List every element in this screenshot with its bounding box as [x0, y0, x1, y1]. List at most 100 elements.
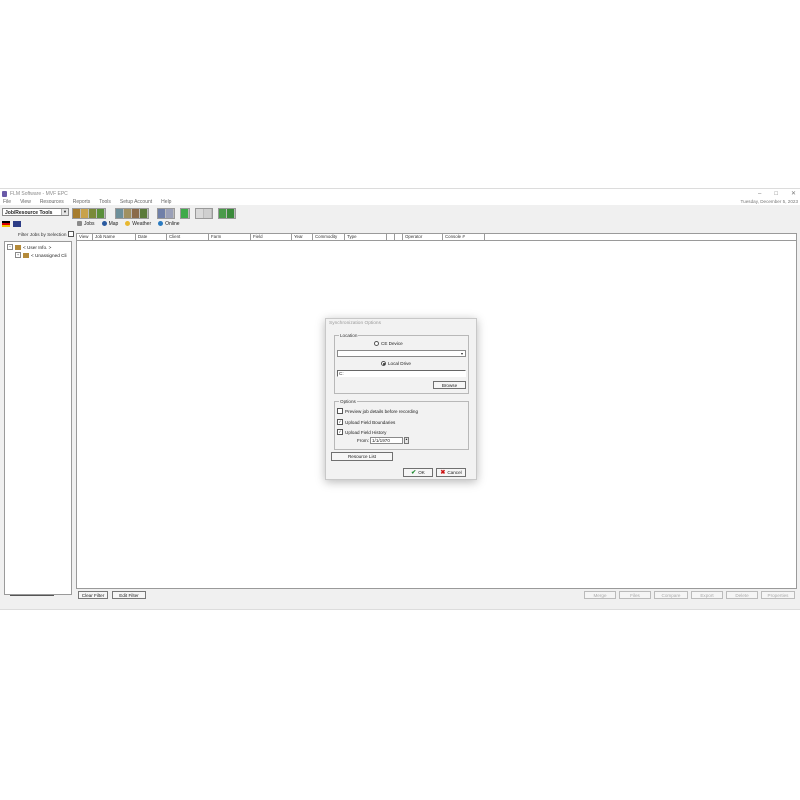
- clear-filter-button[interactable]: Clear Filter: [78, 591, 108, 599]
- ok-button[interactable]: ✔ OK: [403, 468, 433, 477]
- tools-dropdown[interactable]: Job/Resource Tools ▼: [2, 208, 69, 216]
- local-drive-label: Local Drive: [388, 361, 411, 366]
- browse-button[interactable]: Browse: [433, 381, 466, 389]
- language-flag-icon[interactable]: [2, 221, 10, 227]
- farm-tool-icon[interactable]: [81, 209, 89, 218]
- column-header-date[interactable]: Date: [136, 234, 167, 240]
- crop-tool-icon[interactable]: [97, 209, 105, 218]
- operator-tool-icon[interactable]: [116, 209, 124, 218]
- toolbar: Job/Resource Tools ▼: [0, 207, 800, 219]
- app-icon: [2, 190, 7, 197]
- toolbar-group-6: [218, 208, 236, 219]
- resources-icon[interactable]: [13, 221, 21, 227]
- upload-history-label: Upload Field History: [345, 429, 387, 435]
- spin-up-icon[interactable]: ▲: [405, 437, 408, 441]
- maximize-button[interactable]: □: [774, 191, 778, 197]
- delete-button[interactable]: Delete: [726, 591, 758, 599]
- column-header-blank-2[interactable]: [395, 234, 403, 240]
- cancel-button[interactable]: ✖ Cancel: [436, 468, 466, 477]
- local-drive-option[interactable]: Local Drive: [381, 361, 411, 366]
- tab-jobs[interactable]: Jobs: [76, 221, 96, 227]
- drive-path-field[interactable]: C:: [337, 370, 466, 377]
- menu-view[interactable]: View: [20, 199, 31, 205]
- tab-online-label: Online: [165, 220, 180, 227]
- column-header-view[interactable]: View: [77, 234, 93, 240]
- upload-history-checkbox[interactable]: ✓: [337, 429, 343, 435]
- ce-device-label: CE Device: [381, 341, 403, 346]
- collapse-icon[interactable]: −: [7, 244, 13, 250]
- tree-node-unassigned-client[interactable]: + < Unassigned Cli: [15, 252, 67, 258]
- job-tool-icon[interactable]: [73, 209, 81, 218]
- merge-button[interactable]: Merge: [584, 591, 616, 599]
- menu-resources[interactable]: Resources: [40, 199, 64, 205]
- tab-jobs-label: Jobs: [84, 220, 95, 227]
- menu-reports[interactable]: Reports: [73, 199, 91, 205]
- minimize-button[interactable]: –: [758, 191, 761, 197]
- local-drive-radio[interactable]: [381, 361, 386, 366]
- toolbar-group-5: [195, 208, 213, 219]
- implement-tool-icon[interactable]: [140, 209, 148, 218]
- expand-icon[interactable]: +: [15, 252, 21, 258]
- date-spinner[interactable]: ▲: [404, 437, 409, 444]
- preview-checkbox[interactable]: [337, 408, 343, 414]
- client-folder-icon: [23, 252, 29, 258]
- edit-tool-icon[interactable]: [166, 209, 174, 218]
- files-button[interactable]: Files: [619, 591, 651, 599]
- preview-option[interactable]: Preview job details before recording: [337, 408, 418, 414]
- field-tool-icon[interactable]: [89, 209, 97, 218]
- column-header-client[interactable]: Client: [167, 234, 209, 240]
- product-tool-icon[interactable]: [124, 209, 132, 218]
- upload-boundaries-option[interactable]: ✓ Upload Field Boundaries: [337, 419, 395, 425]
- tab-weather-label: Weather: [132, 220, 152, 227]
- export-button[interactable]: Export: [691, 591, 723, 599]
- column-header-farm[interactable]: Farm: [209, 234, 251, 240]
- filter-jobs-label: Filter Jobs by Selection: [18, 231, 67, 237]
- column-header-commodity[interactable]: Commodity: [313, 234, 345, 240]
- tab-online[interactable]: Online: [157, 221, 180, 227]
- column-header-job-name[interactable]: Job Name: [93, 234, 136, 240]
- window-controls: – □ ✕: [758, 189, 796, 198]
- resource-list-label: Resource List: [347, 454, 377, 459]
- print-tool-icon[interactable]: [204, 209, 212, 218]
- sync-tool-icon[interactable]: [181, 209, 189, 218]
- close-button[interactable]: ✕: [791, 190, 796, 197]
- tab-weather[interactable]: Weather: [124, 221, 152, 227]
- chevron-down-icon: ▾: [460, 351, 463, 356]
- from-date-field[interactable]: 1/1/1970: [370, 437, 403, 444]
- menu-tools[interactable]: Tools: [99, 199, 111, 205]
- layer-tool-icon[interactable]: [227, 209, 235, 218]
- document-tool-icon[interactable]: [196, 209, 204, 218]
- location-group: Location CE Device ▾ Local Drive C: Brow…: [334, 333, 469, 394]
- column-header-year[interactable]: Year: [292, 234, 313, 240]
- upload-boundaries-checkbox[interactable]: ✓: [337, 419, 343, 425]
- column-header-field[interactable]: Field: [251, 234, 292, 240]
- ce-device-select[interactable]: ▾: [337, 350, 466, 357]
- tab-map[interactable]: Map: [101, 221, 120, 227]
- menu-setup-account[interactable]: Setup Account: [120, 199, 152, 205]
- column-header-operator[interactable]: Operator: [403, 234, 443, 240]
- properties-button[interactable]: Properties: [761, 591, 795, 599]
- main-tabs: Jobs Map Weather Online: [76, 219, 181, 228]
- machine-tool-icon[interactable]: [132, 209, 140, 218]
- report-tool-icon[interactable]: [158, 209, 166, 218]
- preview-label: Preview job details before recording: [345, 408, 419, 414]
- dialog-title: Synchronization Options: [329, 321, 381, 326]
- map-tool-icon[interactable]: [219, 209, 227, 218]
- tree-node-user-info[interactable]: − < User Info. >: [7, 244, 51, 250]
- column-header-console[interactable]: Console #: [443, 234, 485, 240]
- edit-filter-button[interactable]: Edit Filter: [112, 591, 146, 599]
- column-header-blank-1[interactable]: [387, 234, 395, 240]
- menu-file[interactable]: File: [3, 199, 11, 205]
- menu-help[interactable]: Help: [161, 199, 171, 205]
- check-icon: ✔: [411, 470, 417, 476]
- resource-list-button[interactable]: Resource List: [331, 452, 393, 461]
- ce-device-radio[interactable]: [374, 341, 379, 346]
- left-panel-divider: [10, 595, 54, 596]
- ok-label: OK: [418, 470, 425, 475]
- filter-jobs-checkbox[interactable]: [68, 231, 75, 237]
- ce-device-option[interactable]: CE Device: [374, 341, 403, 346]
- compare-button[interactable]: Compare: [654, 591, 688, 599]
- upload-history-option[interactable]: ✓ Upload Field History: [337, 429, 386, 435]
- from-label: From:: [357, 438, 369, 443]
- column-header-type[interactable]: Type: [345, 234, 387, 240]
